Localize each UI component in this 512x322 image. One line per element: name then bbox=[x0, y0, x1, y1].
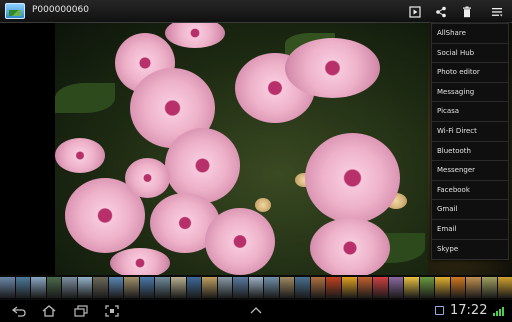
thumbnail[interactable] bbox=[435, 277, 450, 298]
gallery-app-icon[interactable] bbox=[5, 3, 25, 19]
home-icon[interactable] bbox=[40, 304, 58, 318]
thumbnail[interactable] bbox=[419, 277, 435, 298]
thumbnail[interactable] bbox=[373, 277, 388, 298]
back-icon[interactable] bbox=[10, 304, 28, 318]
thumbnail[interactable] bbox=[342, 277, 357, 298]
menu-item-photo-editor[interactable]: Photo editor bbox=[432, 63, 508, 83]
up-arrow-icon[interactable] bbox=[247, 304, 265, 318]
action-bar: P000000060 bbox=[0, 0, 512, 23]
thumbnail[interactable] bbox=[139, 277, 155, 298]
thumbnail[interactable] bbox=[466, 277, 481, 298]
thumbnail[interactable] bbox=[124, 277, 139, 298]
menu-item-gmail[interactable]: Gmail bbox=[432, 200, 508, 220]
thumbnail[interactable] bbox=[15, 277, 31, 298]
overflow-menu-icon[interactable] bbox=[487, 2, 507, 21]
slideshow-icon[interactable] bbox=[405, 2, 425, 21]
menu-item-email[interactable]: Email bbox=[432, 220, 508, 240]
screenshot-icon[interactable] bbox=[103, 304, 121, 318]
thumbnail[interactable] bbox=[93, 277, 108, 298]
menu-item-bluetooth[interactable]: Bluetooth bbox=[432, 142, 508, 162]
thumbnail[interactable] bbox=[450, 277, 466, 298]
thumbnail[interactable] bbox=[108, 277, 124, 298]
thumbnail[interactable] bbox=[248, 277, 264, 298]
menu-item-wifi-direct[interactable]: Wi-Fi Direct bbox=[432, 122, 508, 142]
thumbnail[interactable] bbox=[0, 277, 15, 298]
thumbnail[interactable] bbox=[217, 277, 233, 298]
thumbnail[interactable] bbox=[233, 277, 248, 298]
menu-item-messaging[interactable]: Messaging bbox=[432, 83, 508, 103]
overflow-menu: AllShare Social Hub Photo editor Messagi… bbox=[431, 23, 509, 261]
thumbnail[interactable] bbox=[295, 277, 310, 298]
thumbnail[interactable] bbox=[357, 277, 373, 298]
system-bar: 17:22 bbox=[0, 300, 512, 322]
menu-item-allshare[interactable]: AllShare bbox=[432, 24, 508, 44]
thumbnail[interactable] bbox=[310, 277, 326, 298]
thumbnail[interactable] bbox=[77, 277, 93, 298]
thumbnail[interactable] bbox=[481, 277, 497, 298]
thumbnail-filmstrip[interactable] bbox=[0, 275, 512, 300]
recent-apps-icon[interactable] bbox=[72, 304, 90, 318]
thumbnail[interactable] bbox=[31, 277, 46, 298]
thumbnail[interactable] bbox=[264, 277, 279, 298]
photo-image bbox=[55, 23, 428, 275]
image-title: P000000060 bbox=[32, 5, 89, 15]
clock: 17:22 bbox=[450, 303, 488, 318]
menu-item-skype[interactable]: Skype bbox=[432, 240, 508, 260]
thumbnail[interactable] bbox=[62, 277, 77, 298]
thumbnail[interactable] bbox=[388, 277, 404, 298]
thumbnail[interactable] bbox=[46, 277, 62, 298]
menu-item-social-hub[interactable]: Social Hub bbox=[432, 44, 508, 64]
thumbnail[interactable] bbox=[279, 277, 295, 298]
thumbnail[interactable] bbox=[186, 277, 202, 298]
notification-icon[interactable] bbox=[435, 306, 444, 315]
menu-item-picasa[interactable]: Picasa bbox=[432, 102, 508, 122]
thumbnail[interactable] bbox=[171, 277, 186, 298]
thumbnail[interactable] bbox=[202, 277, 217, 298]
thumbnail[interactable] bbox=[497, 277, 512, 298]
signal-icon bbox=[493, 307, 504, 316]
thumbnail[interactable] bbox=[155, 277, 171, 298]
menu-item-messenger[interactable]: Messenger bbox=[432, 161, 508, 181]
share-icon[interactable] bbox=[431, 2, 451, 21]
thumbnail[interactable] bbox=[404, 277, 419, 298]
thumbnail[interactable] bbox=[326, 277, 342, 298]
delete-icon[interactable] bbox=[457, 2, 477, 21]
menu-item-facebook[interactable]: Facebook bbox=[432, 181, 508, 201]
